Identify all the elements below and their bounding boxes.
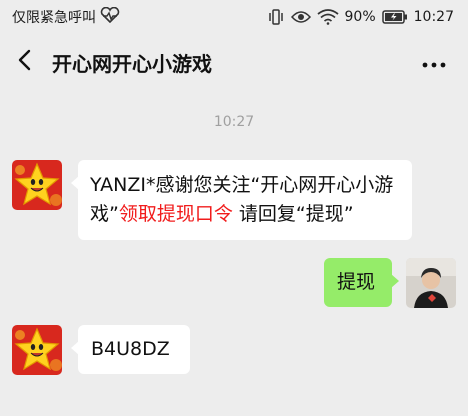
message-bubble-user[interactable]: 提现: [324, 258, 399, 307]
chat-title: 开心网开心小游戏: [52, 51, 212, 76]
heart-monitor-icon: [100, 6, 120, 27]
carrier-text: 仅限紧急呼叫: [12, 10, 96, 26]
battery-icon: [381, 10, 408, 24]
star-mascot-icon: [12, 160, 62, 210]
message-text-highlight: 领取提现口令: [118, 203, 233, 225]
user-avatar[interactable]: [406, 258, 456, 308]
code-message-text: B4U8DZ: [91, 338, 170, 360]
bot-avatar[interactable]: [12, 160, 62, 210]
back-arrow-icon: [17, 49, 31, 75]
user-photo-icon: [406, 258, 456, 308]
clock-text: 10:27: [413, 9, 454, 25]
battery-percent: 90%: [344, 9, 376, 25]
status-right: 90% 10:27: [267, 9, 454, 25]
message-bubble-code[interactable]: B4U8DZ: [71, 325, 190, 374]
message-text-part3: 请回复“提现”: [232, 203, 354, 225]
more-dots-icon: [422, 53, 446, 72]
back-button[interactable]: [0, 34, 48, 90]
chat-header: 开心网开心小游戏: [0, 34, 468, 90]
status-left: 仅限紧急呼叫: [12, 6, 120, 27]
bot-avatar-2[interactable]: [12, 325, 62, 375]
chat-timestamp: 10:27: [213, 114, 255, 130]
wifi-icon: [316, 9, 339, 25]
more-options-button[interactable]: [416, 48, 452, 76]
eye-icon: [290, 10, 311, 24]
vibrate-icon: [267, 9, 285, 25]
status-bar: 仅限紧急呼叫 90% 10:27: [0, 0, 468, 34]
message-bubble-welcome[interactable]: YANZI*感谢您关注“开心网开心小游戏”领取提现口令 请回复“提现”: [71, 160, 412, 240]
star-mascot-icon: [12, 325, 62, 375]
user-message-text: 提现: [337, 271, 376, 293]
